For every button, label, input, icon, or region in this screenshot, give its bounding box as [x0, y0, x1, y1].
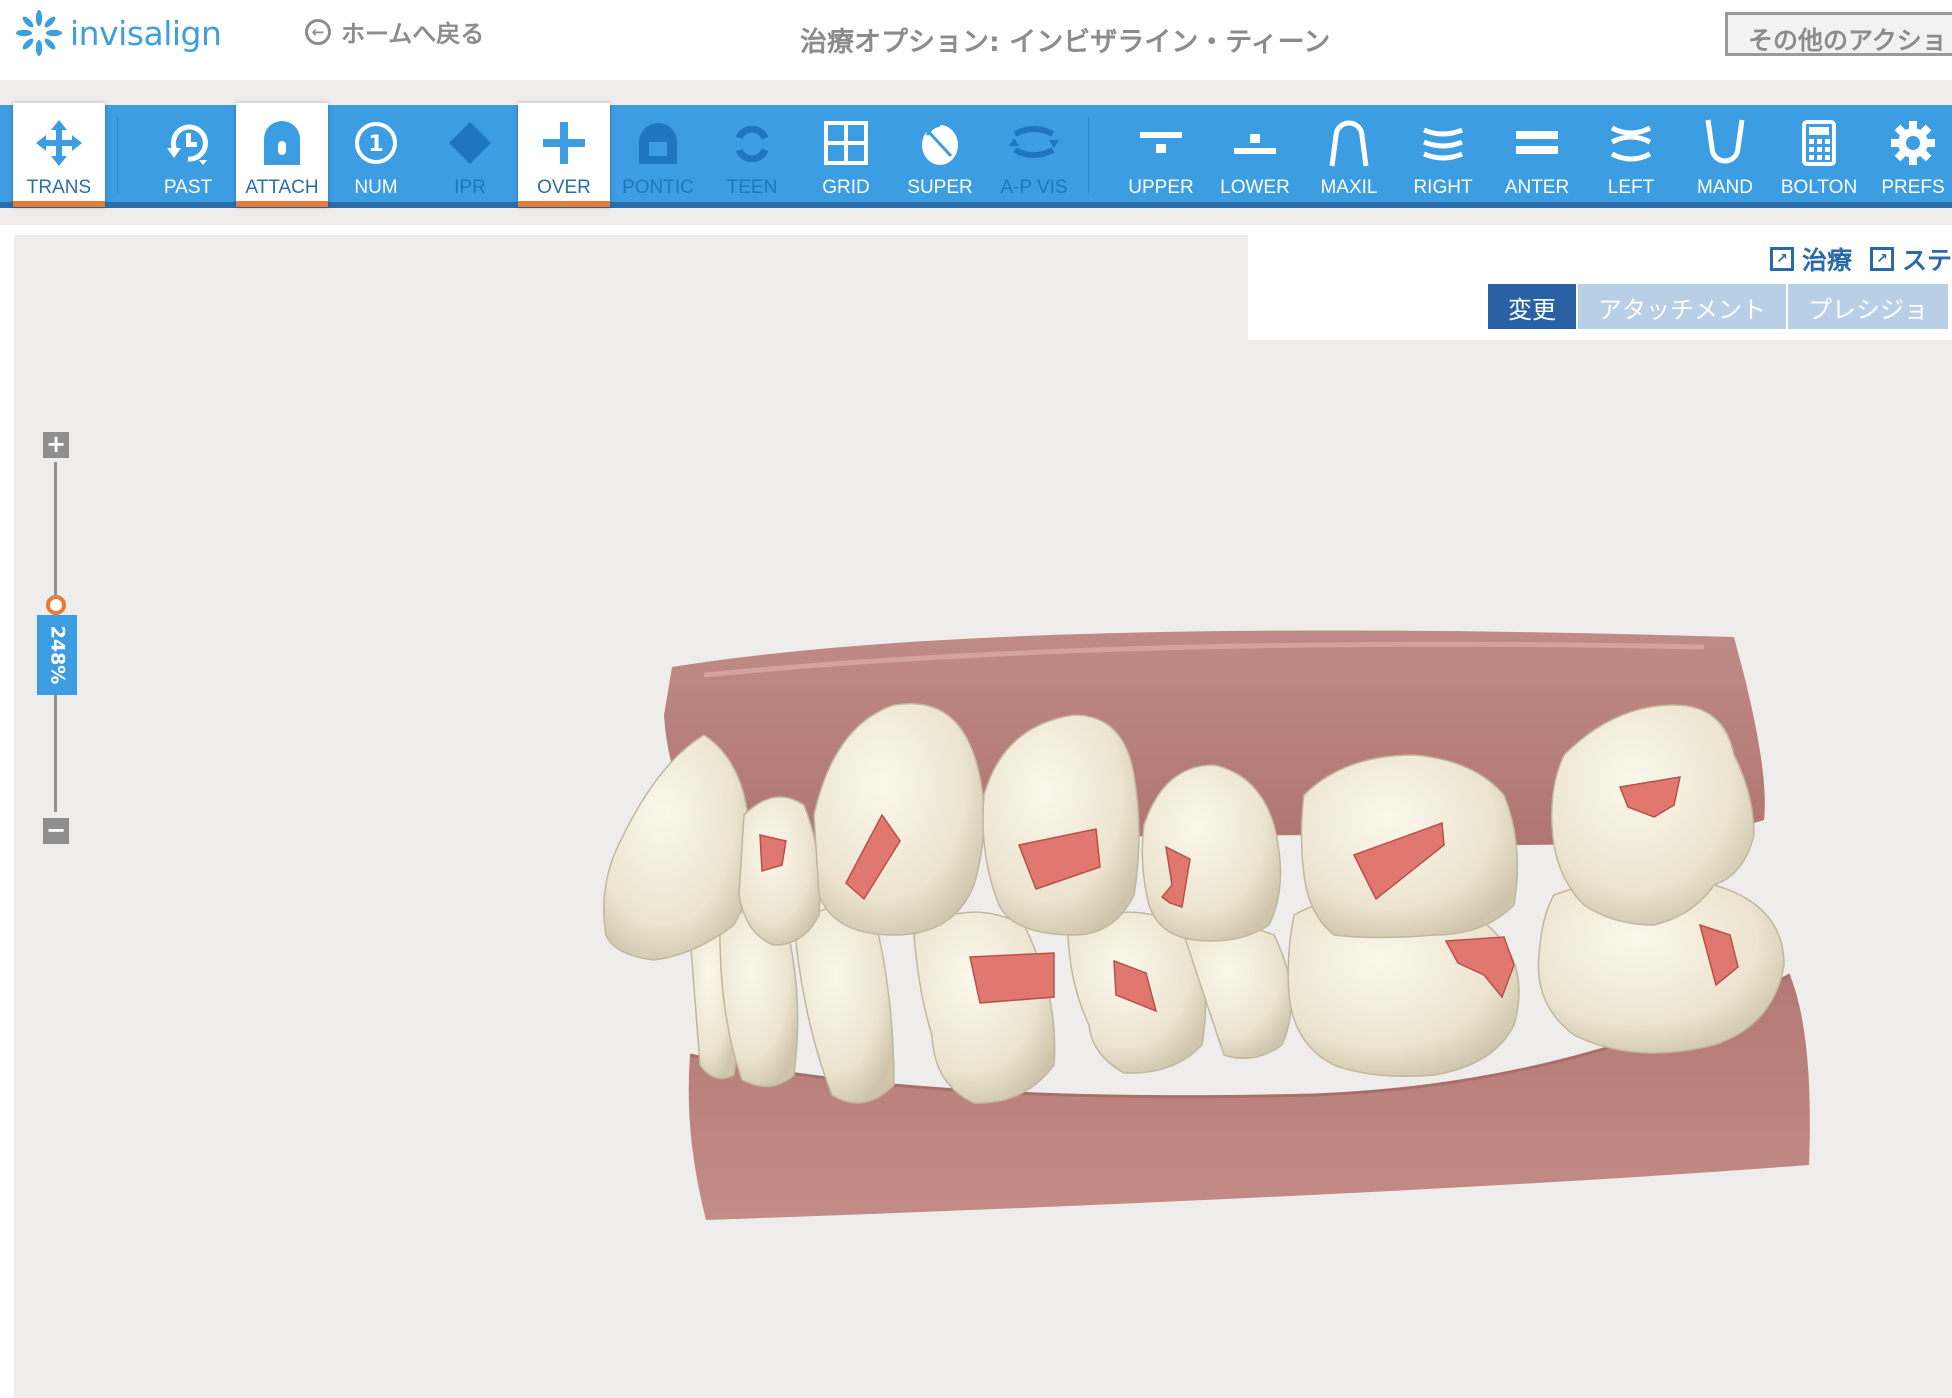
grid-icon: [800, 119, 892, 167]
tool-bolton[interactable]: BOLTON: [1773, 105, 1865, 202]
tool-grid[interactable]: GRID: [800, 105, 892, 202]
zoom-in-button[interactable]: +: [43, 432, 69, 458]
tool-super[interactable]: SUPER: [894, 105, 986, 202]
tool-teen-label: TEEN: [726, 177, 778, 198]
tool-num[interactable]: 1 NUM: [330, 105, 422, 202]
stage-link-label: ステ: [1901, 246, 1952, 275]
tool-super-label: SUPER: [907, 177, 973, 198]
tool-maxil[interactable]: MAXIL: [1303, 105, 1395, 202]
tool-trans-label: TRANS: [26, 177, 92, 198]
logo-text: invisalign: [70, 13, 222, 53]
treatment-link[interactable]: ↗ 治療: [1769, 241, 1852, 277]
move-arrows-icon: [13, 119, 105, 167]
toolbar-separator: [117, 117, 118, 193]
tool-left-label: LEFT: [1607, 177, 1655, 198]
page-title: 治療オプション: インビザライン・ティーン: [800, 27, 1331, 58]
superimpose-icon: [894, 119, 986, 167]
history-clock-icon: [142, 119, 234, 167]
tool-mand[interactable]: MAND: [1679, 105, 1771, 202]
tool-anter-label: ANTER: [1504, 177, 1570, 198]
tool-pontic-label: PONTIC: [622, 177, 694, 198]
tool-ipr-label: IPR: [454, 177, 486, 198]
left-view-icon: [1585, 119, 1677, 167]
tool-right-label: RIGHT: [1413, 177, 1473, 198]
tool-pontic[interactable]: PONTIC: [612, 105, 704, 202]
calculator-icon: [1773, 119, 1865, 167]
tool-past[interactable]: PAST: [142, 105, 234, 202]
starburst-logo-icon: [16, 10, 62, 56]
back-arrow-icon: ←: [305, 18, 331, 45]
ap-visualization-icon: [988, 119, 1080, 167]
anterior-view-icon: [1491, 119, 1583, 167]
tool-anter[interactable]: ANTER: [1491, 105, 1583, 202]
teen-compliance-icon: [706, 119, 798, 167]
dental-3d-model[interactable]: [14, 235, 1952, 1398]
tool-ap-vis[interactable]: A-P VIS: [988, 105, 1080, 202]
external-link-icon: ↗: [1869, 247, 1894, 271]
tab-precision[interactable]: プレシジョ: [1788, 284, 1948, 329]
right-view-icon: [1397, 119, 1489, 167]
tab-attachments[interactable]: アタッチメント: [1578, 284, 1786, 329]
tool-right[interactable]: RIGHT: [1397, 105, 1489, 202]
tool-mand-label: MAND: [1697, 177, 1753, 198]
back-to-home-label: ホームへ戻る: [341, 20, 485, 48]
back-to-home-link[interactable]: ← ホームへ戻る: [305, 14, 484, 49]
pontic-icon: [612, 119, 704, 167]
treatment-panel: ↗ 治療 ↗ ステ 変更 アタッチメント プレシジョ: [1248, 235, 1952, 340]
treatment-link-label: 治療: [1801, 246, 1852, 275]
more-actions-button[interactable]: その他のアクショ: [1725, 12, 1952, 56]
tool-ap-vis-label: A-P VIS: [1000, 177, 1068, 198]
tool-lower[interactable]: LOWER: [1209, 105, 1301, 202]
tool-upper-label: UPPER: [1128, 177, 1194, 198]
upper-jaw-icon: [1115, 119, 1207, 167]
tool-past-label: PAST: [163, 177, 213, 198]
tool-left[interactable]: LEFT: [1585, 105, 1677, 202]
panel-links: ↗ 治療 ↗ ステ: [1752, 235, 1952, 283]
tool-ipr[interactable]: IPR: [424, 105, 516, 202]
mandibular-arch-icon: [1679, 119, 1771, 167]
tool-upper[interactable]: UPPER: [1115, 105, 1207, 202]
zoom-level-value: 248%: [46, 625, 69, 685]
tool-num-label: NUM: [354, 177, 398, 198]
zoom-level-badge: 248%: [37, 615, 77, 695]
tool-grid-label: GRID: [822, 177, 870, 198]
external-link-icon: ↗: [1769, 247, 1794, 271]
tool-bolton-label: BOLTON: [1780, 177, 1858, 198]
maxillary-arch-icon: [1303, 119, 1395, 167]
tool-teen[interactable]: TEEN: [706, 105, 798, 202]
zoom-slider-handle[interactable]: [46, 595, 66, 615]
svg-text:1: 1: [368, 132, 383, 157]
stage-link[interactable]: ↗ ステ: [1869, 241, 1952, 277]
3d-viewport[interactable]: + 248% −: [14, 235, 1952, 1398]
app-header: invisalign ← ホームへ戻る 治療オプション: インビザライン・ティー…: [0, 0, 1952, 80]
panel-tabs: 変更 アタッチメント プレシジョ: [1488, 284, 1950, 329]
tool-over-label: OVER: [537, 177, 591, 198]
plus-icon: [518, 119, 610, 167]
attachment-icon: [236, 119, 328, 167]
tool-prefs[interactable]: PREFS: [1867, 105, 1952, 202]
zoom-out-button[interactable]: −: [43, 818, 69, 844]
tool-maxil-label: MAXIL: [1320, 177, 1378, 198]
lower-jaw-icon: [1209, 119, 1301, 167]
tool-lower-label: LOWER: [1220, 177, 1290, 198]
tool-attach[interactable]: ATTACH: [236, 103, 328, 207]
tool-over[interactable]: OVER: [518, 103, 610, 207]
invisalign-logo[interactable]: invisalign: [14, 8, 222, 58]
tab-changes[interactable]: 変更: [1488, 284, 1576, 329]
toolbar-separator: [1088, 117, 1089, 193]
diamond-icon: [424, 119, 516, 167]
number-one-icon: 1: [330, 119, 422, 167]
tool-attach-label: ATTACH: [245, 177, 319, 198]
tool-trans[interactable]: TRANS: [13, 103, 105, 207]
gear-icon: [1867, 119, 1952, 167]
main-toolbar: TRANS PAST ATTACH 1 NUM IPR OVER PONTIC …: [0, 103, 1952, 208]
tool-prefs-label: PREFS: [1881, 177, 1945, 198]
